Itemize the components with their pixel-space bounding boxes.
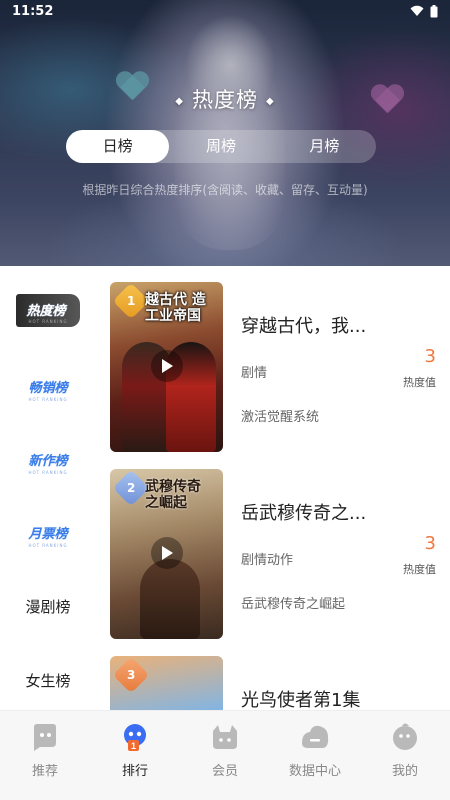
list-item[interactable]: 2 武穆传奇 之崛起 岳武穆传奇之... 剧情动作 岳武穆传奇之崛起 3 热度值: [110, 469, 450, 639]
cover-image[interactable]: 2 武穆传奇 之崛起: [110, 469, 223, 639]
sidebar-item-sub: HOT RANKING: [28, 543, 68, 548]
sparkle-icon: ◆: [266, 95, 275, 107]
cover-image[interactable]: 3: [110, 656, 223, 710]
cover-title-text: 越古代 造工业帝国: [145, 292, 206, 324]
nav-label: 数据中心: [288, 764, 341, 779]
status-time: 11:52: [12, 3, 54, 19]
profile-icon: [393, 723, 417, 750]
list-item[interactable]: 3 光鸟使者第1集: [110, 656, 450, 710]
bottom-nav: 推荐 1 排行 会员 数据中心 我的: [0, 710, 450, 800]
cover-image[interactable]: 1 越古代 造工业帝国: [110, 282, 223, 452]
sidebar-item-sub: HOT RANKING: [28, 397, 68, 402]
ranking-description: 根据昨日综合热度排序(含阅读、收藏、留存、互动量): [82, 183, 368, 197]
wifi-icon: [410, 5, 424, 16]
item-genre: 剧情动作: [241, 553, 294, 568]
page-title-text: 热度榜: [192, 88, 258, 112]
sidebar-item-sub: HOT RANKING: [28, 319, 68, 324]
nav-data-center[interactable]: 数据中心: [270, 711, 360, 800]
item-description: 岳武穆传奇之崛起: [241, 597, 346, 612]
sidebar-item-label: 漫剧榜: [25, 598, 71, 616]
item-title: 光鸟使者第1集: [241, 690, 361, 710]
data-center-icon: [302, 725, 329, 748]
tab-weekly[interactable]: 周榜: [169, 130, 272, 163]
nav-profile[interactable]: 我的: [360, 711, 450, 800]
page-title: ◆ 热度榜 ◆: [0, 84, 450, 114]
sidebar-item-new[interactable]: 新作榜 HOT RANKING: [0, 447, 96, 475]
period-tabs: 日榜 周榜 月榜: [66, 130, 376, 163]
nav-label: 我的: [391, 764, 418, 779]
svg-text:1: 1: [131, 741, 136, 751]
sidebar-item-monthly-ticket[interactable]: 月票榜 HOT RANKING: [0, 520, 96, 548]
battery-icon: [430, 4, 438, 17]
nav-label: 排行: [121, 764, 148, 779]
sidebar-item-label: 新作榜: [28, 454, 68, 469]
ranking-sidebar: 热度榜 HOT RANKING 畅销榜 HOT RANKING 新作榜 HOT …: [0, 266, 96, 710]
hero-banner: 11:52 ◆ 热度榜 ◆ 日榜 周榜 月榜 根据昨日综合热度排序(含阅读、收藏、留…: [0, 0, 450, 266]
tab-monthly[interactable]: 月榜: [273, 130, 376, 163]
nav-label: 会员: [211, 764, 238, 779]
sidebar-item-hot[interactable]: 热度榜 HOT RANKING: [0, 294, 96, 327]
tab-daily[interactable]: 日榜: [66, 130, 170, 163]
cover-title-text: 武穆传奇 之崛起: [145, 479, 201, 511]
sidebar-item-comic-drama[interactable]: 漫剧榜: [0, 596, 96, 617]
item-title: 岳武穆传奇之...: [241, 503, 367, 524]
play-icon[interactable]: [151, 537, 183, 569]
sidebar-item-female[interactable]: 女生榜: [0, 670, 96, 691]
item-genre: 剧情: [241, 366, 268, 381]
item-description: 激活觉醒系统: [241, 410, 320, 425]
heat-value: 3: [424, 533, 436, 554]
sparkle-icon: ◆: [175, 95, 184, 107]
rank-badge: 3: [112, 656, 150, 694]
nav-label: 推荐: [31, 764, 58, 779]
sidebar-item-sub: HOT RANKING: [28, 470, 68, 475]
ranking-icon: 1: [124, 724, 146, 751]
play-icon[interactable]: [151, 350, 183, 382]
rank-badge: 2: [112, 469, 150, 507]
status-bar: 11:52: [0, 0, 450, 22]
sidebar-item-label: 女生榜: [25, 672, 71, 690]
sidebar-item-label: 月票榜: [28, 527, 68, 542]
sidebar-item-label: 畅销榜: [28, 381, 68, 396]
item-title: 穿越古代，我...: [241, 316, 367, 337]
nav-member[interactable]: 会员: [180, 711, 270, 800]
nav-ranking[interactable]: 1 排行: [90, 711, 180, 800]
member-icon: [213, 725, 237, 749]
heat-label: 热度值: [403, 563, 436, 576]
recommend-icon: [34, 724, 56, 751]
sidebar-item-bestseller[interactable]: 畅销榜 HOT RANKING: [0, 374, 96, 402]
ranking-list: 1 越古代 造工业帝国 穿越古代，我... 剧情 激活觉醒系统 3 热度值 2 …: [96, 266, 450, 710]
list-item[interactable]: 1 越古代 造工业帝国 穿越古代，我... 剧情 激活觉醒系统 3 热度值: [110, 282, 450, 452]
rank-badge: 1: [112, 282, 150, 320]
nav-recommend[interactable]: 推荐: [0, 711, 90, 800]
heat-value: 3: [424, 346, 436, 367]
heat-label: 热度值: [403, 376, 436, 389]
